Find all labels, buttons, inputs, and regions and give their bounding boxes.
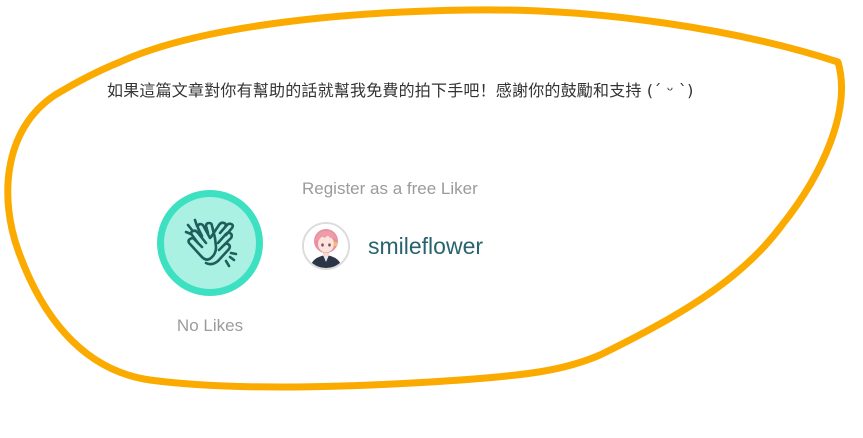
likes-count-label: No Likes <box>176 316 244 335</box>
likecoin-widget-screenshot: 如果這篇文章對你有幫助的話就幫我免費的拍下手吧！感謝你的鼓勵和支持 (ˊ ᵕ ˋ… <box>0 0 863 438</box>
pink-haired-character-avatar <box>304 224 348 268</box>
highlight-annotation <box>4 6 845 391</box>
register-liker-link[interactable]: Register as a free Liker <box>302 179 478 199</box>
like-button-face <box>164 197 256 289</box>
support-message: 如果這篇文章對你有幫助的話就幫我免費的拍下手吧！感謝你的鼓勵和支持 (ˊ ᵕ ˋ… <box>107 81 694 100</box>
author-name-link[interactable]: smileflower <box>368 233 483 260</box>
author-avatar[interactable] <box>302 222 350 270</box>
like-button[interactable] <box>157 190 263 296</box>
clap-hands-icon <box>184 218 238 268</box>
author-info[interactable]: smileflower <box>302 222 483 270</box>
